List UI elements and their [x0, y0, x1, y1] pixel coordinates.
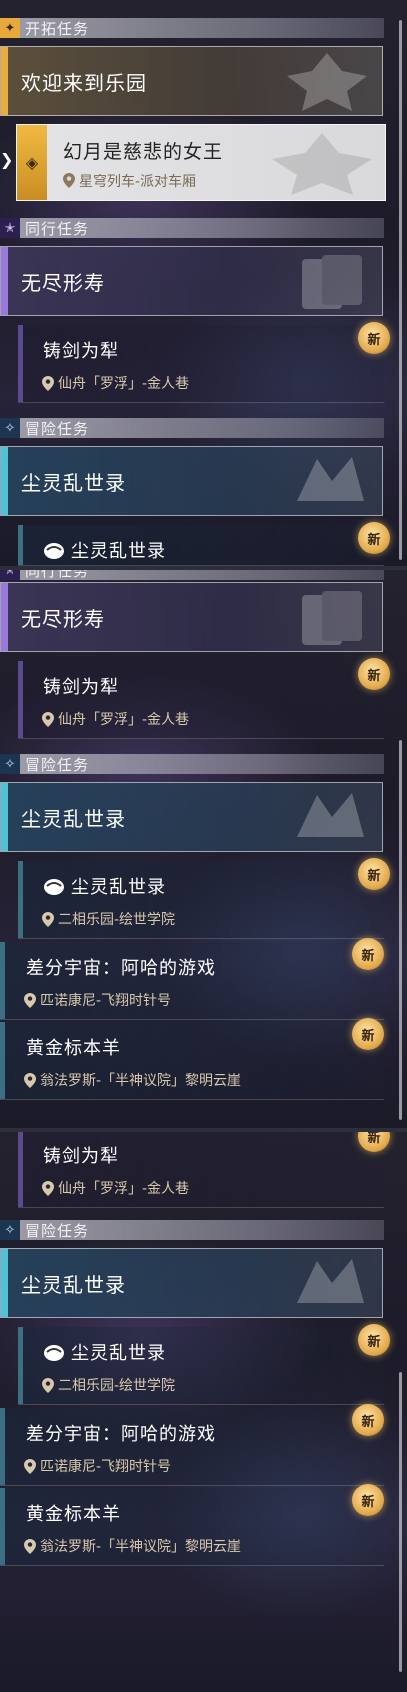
mission-title: 差分宇宙：阿哈的游戏: [26, 958, 216, 979]
location-pin-icon: [42, 1180, 54, 1196]
location-pin-icon: [24, 1458, 36, 1474]
mission-card-dust[interactable]: 尘灵乱世录: [0, 782, 383, 852]
mission-location: 二相乐园-绘世学院: [42, 909, 175, 929]
location-pin-icon: [24, 1072, 36, 1088]
mission-card-welcome[interactable]: 欢迎来到乐园: [0, 46, 383, 116]
mission-emblem-icon: [302, 255, 362, 309]
mission-list-panel-2: ✭ 同行任务 无尽形寿 铸剑为犁 仙舟「罗浮」-金人巷 新 ✧ 冒险任务 尘灵乱…: [0, 570, 407, 1128]
ball-icon: [44, 1345, 64, 1361]
mission-emblem-icon: [297, 1259, 364, 1303]
new-badge-icon: 新: [358, 658, 390, 690]
section-title: 冒险任务: [25, 1221, 90, 1240]
mission-title: 无尽形寿: [21, 270, 105, 295]
compass-icon: ✧: [0, 1220, 20, 1240]
new-badge-icon: 新: [358, 1324, 390, 1356]
mission-title: 幻月是慈悲的女王: [63, 141, 224, 163]
new-badge-icon: 新: [352, 938, 384, 970]
mission-emblem-icon: [272, 133, 372, 195]
mission-card-endless[interactable]: 无尽形寿: [0, 582, 383, 652]
new-badge-icon: 新: [352, 1404, 384, 1436]
location-pin-icon: [24, 1538, 36, 1554]
mission-location: 翁法罗斯-「半神议院」黎明云崖: [24, 1536, 241, 1556]
mission-title: 铸剑为犁: [43, 1146, 119, 1167]
mission-title: 铸剑为犁: [43, 341, 119, 362]
mission-location: 仙舟「罗浮」-金人巷: [42, 709, 189, 729]
list-item-diff[interactable]: 差分宇宙：阿哈的游戏 匹诺康尼-飞翔时针号: [0, 942, 384, 1020]
location-pin-icon: [42, 911, 54, 927]
section-title: 冒险任务: [25, 755, 90, 774]
list-item-golden[interactable]: 黄金标本羊 翁法罗斯-「半神议院」黎明云崖: [0, 1022, 384, 1100]
star-purple-icon: ✭: [0, 570, 20, 580]
mission-card-selected[interactable]: ◈ 幻月是慈悲的女王 星穹列车-派对车厢: [16, 124, 386, 201]
mission-title: 欢迎来到乐园: [21, 70, 147, 95]
mission-location: 仙舟「罗浮」-金人巷: [42, 373, 189, 393]
location-pin-icon: [42, 711, 54, 727]
mission-emblem-icon: [287, 53, 367, 111]
scrollbar[interactable]: [399, 20, 402, 560]
new-badge-icon: 新: [358, 522, 390, 554]
list-item-sword[interactable]: 铸剑为犁 仙舟「罗浮」-金人巷: [18, 661, 384, 739]
mission-location: 仙舟「罗浮」-金人巷: [42, 1178, 189, 1198]
mission-title: 尘灵乱世录: [43, 537, 166, 563]
new-badge-icon: 新: [358, 322, 390, 354]
section-title: 同行任务: [25, 570, 90, 580]
mission-location: 翁法罗斯-「半神议院」黎明云崖: [24, 1070, 241, 1090]
mission-title: 黄金标本羊: [26, 1038, 121, 1059]
selection-arrow-icon: ❯: [0, 150, 14, 169]
location-pin-icon: [42, 1377, 54, 1393]
location-pin-icon: [42, 375, 54, 391]
mission-location: 匹诺康尼-飞翔时针号: [24, 1456, 171, 1476]
scrollbar[interactable]: [399, 740, 402, 1120]
section-header-adventure: ✧ 冒险任务: [0, 418, 384, 438]
section-title: 冒险任务: [25, 419, 90, 438]
mission-location: 匹诺康尼-飞翔时针号: [24, 990, 171, 1010]
mission-title: 尘灵乱世录: [21, 470, 126, 495]
list-item-sword[interactable]: 铸剑为犁 仙舟「罗浮」-金人巷: [18, 1132, 384, 1208]
compass-icon: ✧: [0, 418, 20, 438]
mission-location: 二相乐园-绘世学院: [42, 1375, 175, 1395]
mission-title: 尘灵乱世录: [43, 1339, 166, 1365]
section-header-trailblaze: ✦ 开拓任务: [0, 18, 384, 38]
section-header-companion: ✭ 同行任务: [0, 570, 384, 580]
mission-card-endless[interactable]: 无尽形寿: [0, 246, 383, 316]
location-pin-icon: [24, 992, 36, 1008]
new-badge-icon: 新: [352, 1484, 384, 1516]
new-badge-icon: 新: [358, 858, 390, 890]
mission-card-dust[interactable]: 尘灵乱世录: [0, 1248, 383, 1318]
list-item-dust[interactable]: 尘灵乱世录 二相乐园-绘世学院: [18, 1327, 384, 1405]
mission-emblem-icon: [302, 591, 362, 645]
star-purple-icon: ✭: [0, 218, 20, 238]
list-item-sword[interactable]: 铸剑为犁 仙舟「罗浮」-金人巷: [18, 325, 384, 403]
list-item-dust[interactable]: 尘灵乱世录 二相乐园-绘世学院: [18, 861, 384, 939]
section-title: 同行任务: [25, 219, 90, 238]
mission-location: 星穹列车-派对车厢: [63, 171, 196, 191]
mission-title: 黄金标本羊: [26, 1504, 121, 1525]
new-badge-icon: 新: [352, 1018, 384, 1050]
location-pin-icon: [63, 173, 75, 188]
section-header-adventure: ✧ 冒险任务: [0, 754, 384, 774]
ball-icon: [44, 879, 64, 895]
mission-title: 无尽形寿: [21, 606, 105, 631]
star-gold-icon: ✦: [0, 18, 20, 38]
ball-icon: [44, 543, 64, 559]
compass-icon: ✧: [0, 754, 20, 774]
section-header-companion: ✭ 同行任务: [0, 218, 384, 238]
mission-list-panel-1: ✦ 开拓任务 欢迎来到乐园 ❯ ◈ 幻月是慈悲的女王 星穹列车-派对车厢 ✭ 同…: [0, 0, 407, 566]
diamond-icon: ◈: [17, 125, 47, 200]
mission-card-dust[interactable]: 尘灵乱世录: [0, 446, 383, 516]
scrollbar[interactable]: [399, 1372, 402, 1672]
list-item-diff[interactable]: 差分宇宙：阿哈的游戏 匹诺康尼-飞翔时针号: [0, 1408, 384, 1486]
section-title: 开拓任务: [25, 19, 90, 38]
list-item-dust[interactable]: 尘灵乱世录: [18, 525, 384, 566]
mission-emblem-icon: [297, 793, 364, 837]
mission-emblem-icon: [297, 457, 364, 501]
mission-title: 尘灵乱世录: [43, 873, 166, 899]
mission-list-panel-3: 铸剑为犁 仙舟「罗浮」-金人巷 新 ✧ 冒险任务 尘灵乱世录 尘灵乱世录 二相乐…: [0, 1132, 407, 1692]
mission-title: 尘灵乱世录: [21, 1272, 126, 1297]
mission-title: 尘灵乱世录: [21, 806, 126, 831]
list-item-golden[interactable]: 黄金标本羊 翁法罗斯-「半神议院」黎明云崖: [0, 1488, 384, 1566]
section-header-adventure: ✧ 冒险任务: [0, 1220, 384, 1240]
mission-title: 差分宇宙：阿哈的游戏: [26, 1424, 216, 1445]
mission-title: 铸剑为犁: [43, 677, 119, 698]
